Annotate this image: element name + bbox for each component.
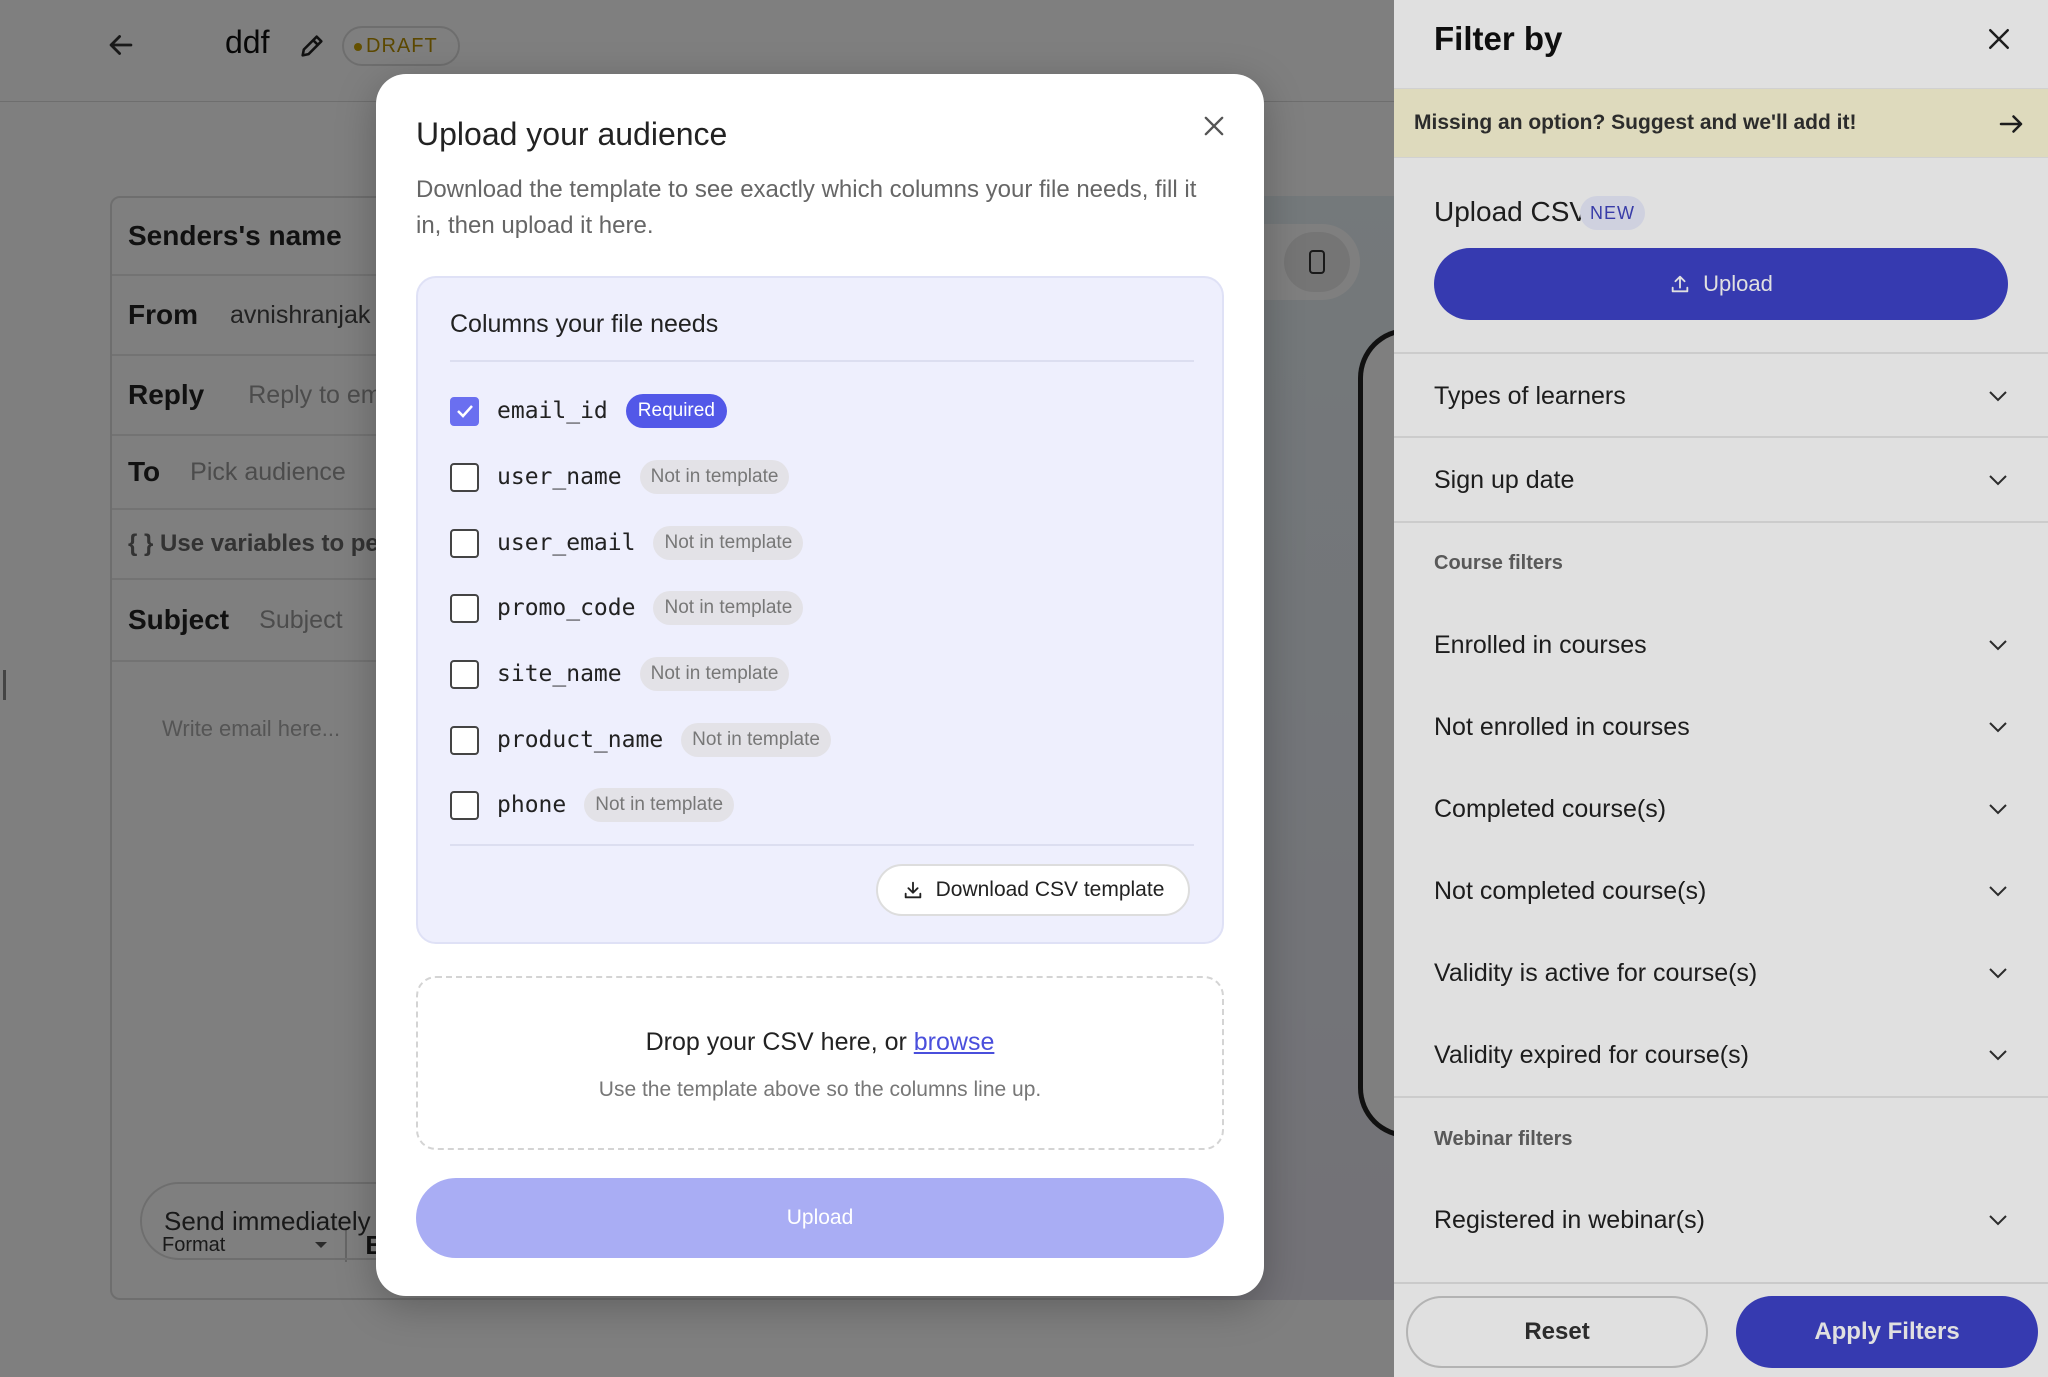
not-in-template-tag: Not in template: [681, 723, 831, 757]
not-in-template-tag: Not in template: [584, 788, 735, 822]
column-row-user-name[interactable]: user_name Not in template: [450, 460, 790, 494]
not-in-template-tag: Not in template: [639, 460, 790, 494]
checkbox[interactable]: [450, 659, 479, 689]
not-in-template-tag: Not in template: [653, 526, 804, 560]
modal-description: Download the template to see exactly whi…: [416, 176, 1197, 239]
column-name: product_name: [497, 727, 664, 753]
column-row-phone[interactable]: phone Not in template: [450, 788, 735, 822]
required-tag: Required: [625, 394, 727, 428]
modal-title: Upload your audience: [416, 116, 728, 152]
drop-hint: Use the template above so the columns li…: [598, 1078, 1042, 1101]
column-name: promo_code: [497, 595, 636, 621]
column-name: user_name: [497, 464, 622, 490]
columns-panel: Columns your file needs email_id Require…: [416, 276, 1224, 944]
checkbox[interactable]: [450, 790, 479, 820]
close-icon[interactable]: [1200, 112, 1228, 140]
not-in-template-tag: Not in template: [639, 657, 790, 691]
divider: [450, 360, 1194, 362]
checkbox[interactable]: [450, 528, 479, 558]
csv-drop-zone[interactable]: Drop your CSV here, or browse Use the te…: [416, 976, 1224, 1150]
checkbox[interactable]: [450, 725, 479, 755]
download-icon: [904, 881, 921, 899]
panel-overlay: [1394, 0, 2048, 1377]
column-row-product-name[interactable]: product_name Not in template: [450, 723, 831, 757]
columns-title: Columns your file needs: [450, 310, 719, 338]
column-row-promo-code[interactable]: promo_code Not in template: [450, 591, 804, 625]
checkmark-icon: [456, 405, 473, 418]
checkbox-checked[interactable]: [450, 396, 479, 426]
download-label: Download CSV template: [935, 878, 1165, 901]
drop-text-line: Drop your CSV here, or browse: [418, 1028, 1222, 1057]
divider: [450, 844, 1194, 846]
filter-panel: Filter by Missing an option? Suggest and…: [1394, 0, 2048, 1377]
checkbox[interactable]: [450, 462, 479, 492]
text-cursor: [3, 670, 6, 700]
column-name: email_id: [497, 398, 608, 424]
not-in-template-tag: Not in template: [653, 591, 804, 625]
column-row-site-name[interactable]: site_name Not in template: [450, 657, 790, 691]
browse-link[interactable]: browse: [914, 1028, 995, 1056]
checkbox[interactable]: [450, 593, 479, 623]
modal-upload-button[interactable]: Upload: [416, 1178, 1224, 1258]
column-name: site_name: [497, 661, 622, 687]
download-template-button[interactable]: Download CSV template: [876, 864, 1190, 916]
column-name: user_email: [497, 530, 636, 556]
upload-audience-modal: Upload your audience Download the templa…: [376, 74, 1264, 1296]
drop-text: Drop your CSV here, or: [645, 1028, 907, 1056]
column-name: phone: [497, 792, 567, 818]
column-row-email-id[interactable]: email_id Required: [450, 394, 727, 428]
column-row-user-email[interactable]: user_email Not in template: [450, 526, 804, 560]
